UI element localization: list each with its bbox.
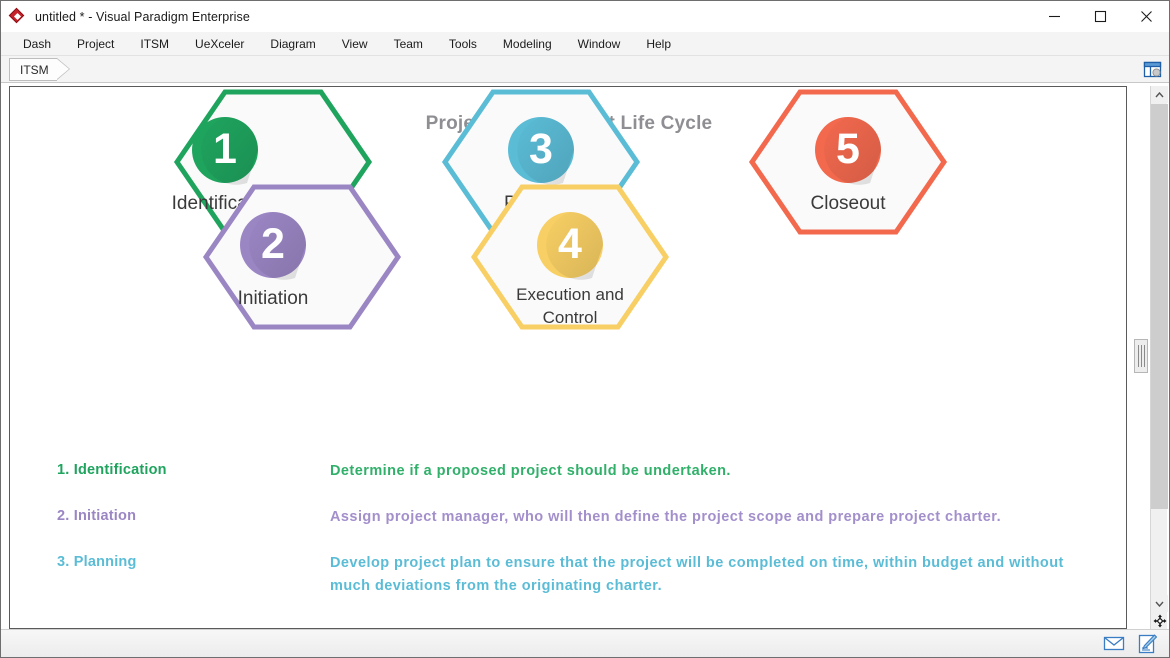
vertical-scrollbar[interactable] — [1150, 86, 1167, 629]
menu-item-view[interactable]: View — [329, 34, 381, 54]
hexagon-5-number: 5 — [836, 125, 860, 173]
hexagon-5-closeout[interactable]: 5 Closeout — [752, 92, 944, 232]
resize-grip-icon[interactable] — [1134, 339, 1148, 373]
status-bar — [1, 629, 1169, 657]
description-row-identification: 1. Identification Determine if a propose… — [57, 460, 1087, 483]
chevron-up-icon[interactable] — [1151, 86, 1168, 103]
description-text-initiation: Assign project manager, who will then de… — [330, 506, 1087, 529]
pan-move-icon[interactable] — [1151, 612, 1168, 629]
hexagon-4-number: 4 — [558, 220, 582, 268]
description-text-identification: Determine if a proposed project should b… — [330, 460, 1087, 483]
menu-item-itsm[interactable]: ITSM — [127, 34, 182, 54]
chevron-down-icon[interactable] — [1151, 595, 1168, 612]
hexagon-3-number: 3 — [529, 125, 553, 173]
menu-item-team[interactable]: Team — [381, 34, 436, 54]
menu-item-tools[interactable]: Tools — [436, 34, 490, 54]
maximize-icon[interactable] — [1077, 1, 1123, 32]
tab-itsm-label: ITSM — [20, 63, 49, 77]
tab-itsm[interactable]: ITSM — [9, 58, 57, 81]
menu-item-modeling[interactable]: Modeling — [490, 34, 565, 54]
mail-icon[interactable] — [1103, 634, 1125, 654]
menu-item-diagram[interactable]: Diagram — [257, 34, 328, 54]
note-edit-icon[interactable] — [1137, 634, 1159, 654]
menu-item-window[interactable]: Window — [565, 34, 634, 54]
hexagon-5-label: Closeout — [811, 193, 887, 214]
hexagon-4-label-line1: Execution and — [516, 285, 624, 304]
description-label-initiation: 2. Initiation — [57, 506, 330, 529]
description-row-initiation: 2. Initiation Assign project manager, wh… — [57, 506, 1087, 529]
hexagon-svg: 1 Identification 2 Initiation 3 — [10, 87, 1127, 447]
menu-bar: Dash Project ITSM UeXceler Diagram View … — [1, 32, 1169, 56]
window-title: untitled * - Visual Paradigm Enterprise — [35, 10, 250, 24]
menu-item-uexceler[interactable]: UeXceler — [182, 34, 257, 54]
visual-paradigm-diamond-icon — [10, 9, 26, 25]
phase-description-list: 1. Identification Determine if a propose… — [57, 460, 1087, 621]
diagram-canvas[interactable]: Project Management Life Cycle 1 Identifi… — [9, 86, 1127, 629]
hexagon-2-label: Initiation — [238, 288, 309, 309]
menu-item-help[interactable]: Help — [633, 34, 684, 54]
window-controls — [1031, 1, 1169, 32]
description-label-planning: 3. Planning — [57, 552, 330, 598]
close-icon[interactable] — [1123, 1, 1169, 32]
menu-item-project[interactable]: Project — [64, 34, 127, 54]
menu-item-dash[interactable]: Dash — [10, 34, 64, 54]
hexagon-2-number: 2 — [261, 220, 285, 268]
description-text-planning: Develop project plan to ensure that the … — [330, 552, 1087, 598]
application-window: untitled * - Visual Paradigm Enterprise … — [0, 0, 1170, 658]
title-bar: untitled * - Visual Paradigm Enterprise — [1, 1, 1169, 32]
description-row-planning: 3. Planning Develop project plan to ensu… — [57, 552, 1087, 598]
hexagon-1-number: 1 — [213, 125, 237, 173]
scrollbar-thumb[interactable] — [1151, 104, 1168, 509]
minimize-icon[interactable] — [1031, 1, 1077, 32]
tab-arrow-fill — [57, 59, 69, 79]
panel-layout-icon[interactable] — [1142, 59, 1163, 80]
description-label-identification: 1. Identification — [57, 460, 330, 483]
hexagon-4-label-line2: Control — [543, 308, 598, 327]
tab-strip: ITSM — [1, 56, 1169, 83]
